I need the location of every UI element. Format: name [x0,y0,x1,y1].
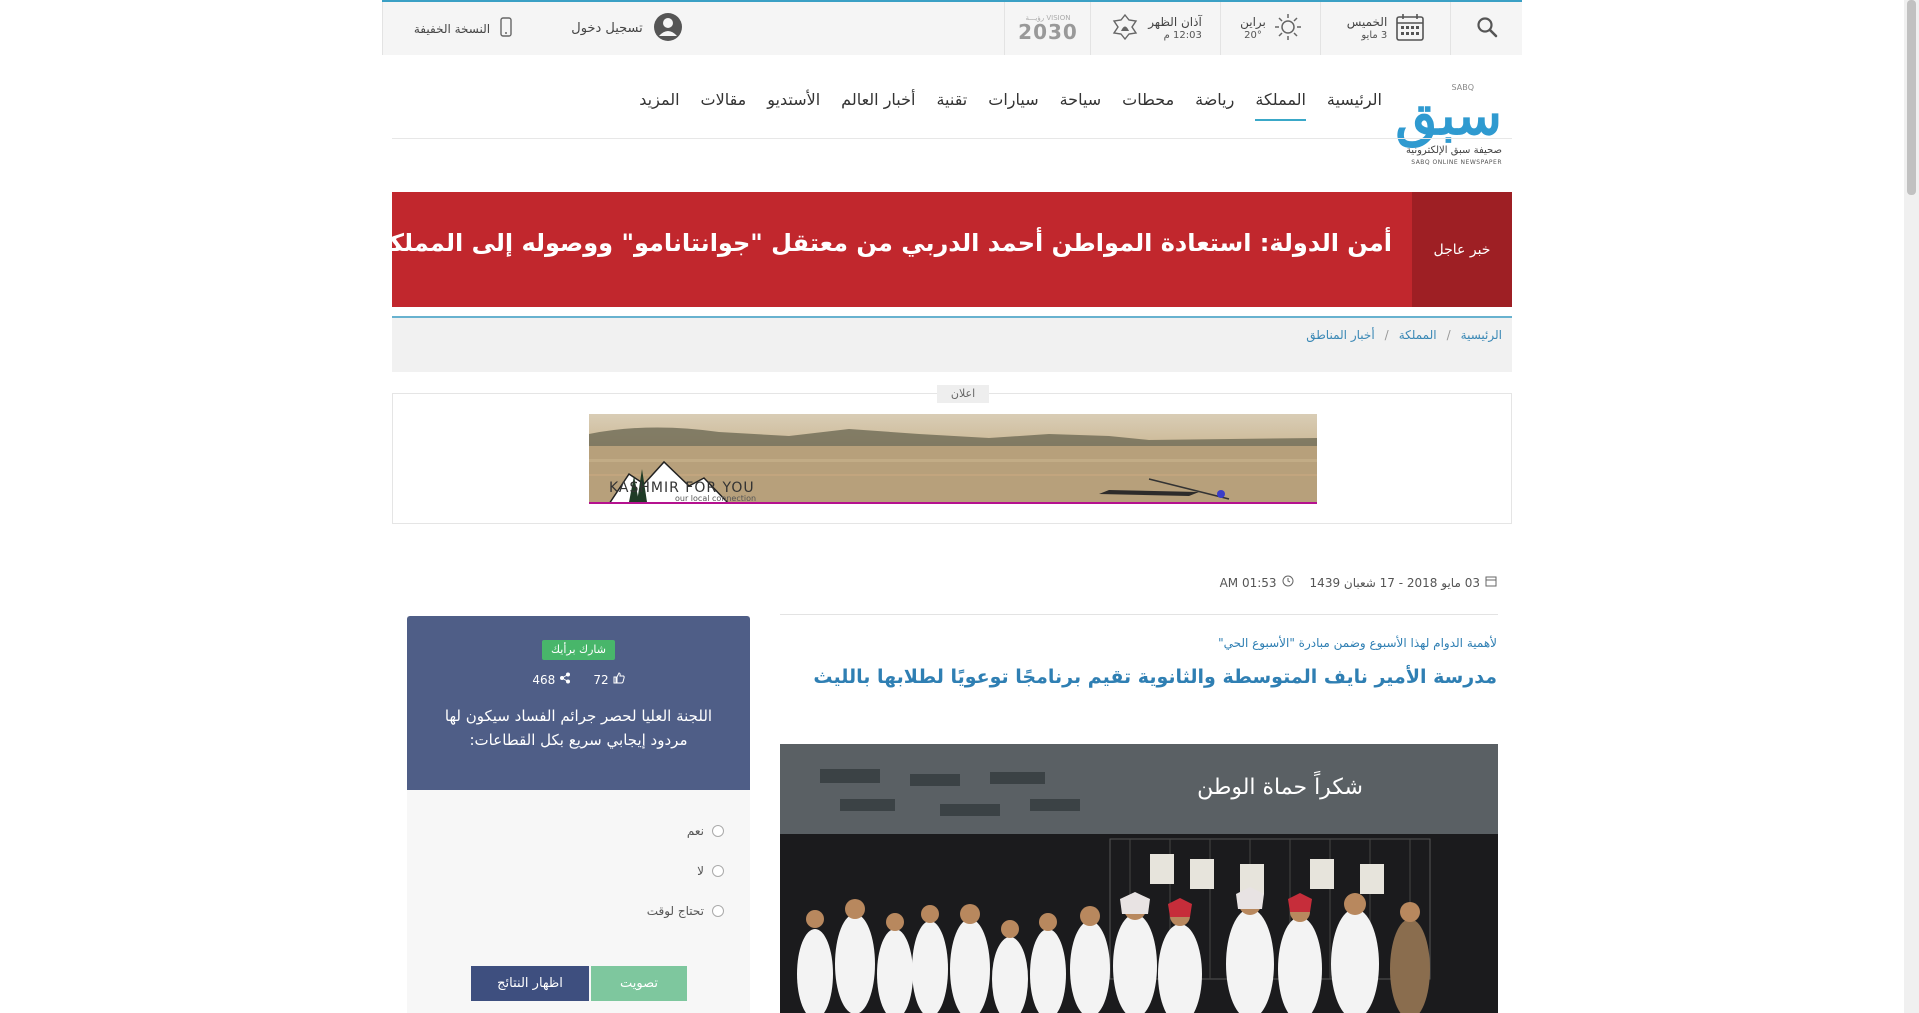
nav-item-kingdom[interactable]: المملكة [1255,90,1306,121]
top-utility-bar: النسخة الخفيفة تسجيل دخول رؤيـــة VISION… [382,0,1522,55]
login-link[interactable]: تسجيل دخول [542,2,712,55]
poll-option-yes[interactable]: نعم [687,824,724,838]
nav-item-stations[interactable]: محطات [1122,90,1174,121]
breadcrumb-home[interactable]: الرئيسية [1461,328,1502,342]
user-avatar-icon [653,12,683,46]
article-meta: 03 مايو 2018 - 17 شعبان 1439 AM 01:53 [1220,575,1497,590]
main-nav: الرئيسية المملكة رياضة محطات سياحة سيارا… [639,90,1382,121]
logo-english: SABQ ONLINE NEWSPAPER [1411,159,1502,166]
poll-likes-count: 72 [593,672,609,687]
share-icon [559,672,571,687]
poll-header: شارك برأيك 468 72 اللجنة العليا لحصر جرا… [407,616,750,790]
nav-item-tourism[interactable]: سياحة [1060,90,1102,121]
prayer-time-widget: آذان الظهر 12:03 م [1090,2,1221,55]
photo-banner-text: شكراً حماة الوطن [1197,770,1363,800]
day-date: 3 مايو [1361,29,1388,41]
weather-temp: 20° [1244,29,1262,41]
breadcrumb-separator: / [1384,328,1389,342]
nav-item-articles[interactable]: مقالات [701,90,747,121]
poll-shares-group: 468 [532,672,571,687]
poll-option-radio[interactable] [712,905,724,917]
vision-year: 2030 [1018,20,1078,44]
poll-option-label: لا [697,864,704,878]
poll-question: اللجنة العليا لحصر جرائم الفساد سيكون له… [444,707,713,749]
nav-item-sports[interactable]: رياضة [1195,90,1234,121]
poll-likes-group: 72 [593,672,625,687]
breadcrumb-bar: الرئيسية / المملكة / أخبار المناطق [392,316,1512,372]
search-button[interactable] [1450,2,1523,55]
logo-arabic: سبق [1395,83,1502,147]
poll-stats: 468 72 [407,672,750,687]
poll-widget: شارك برأيك 468 72 اللجنة العليا لحصر جرا… [407,616,750,1013]
date-widget: الخميس 3 مايو [1320,2,1451,55]
nav-item-home[interactable]: الرئيسية [1327,90,1382,121]
prayer-title: آذان الظهر [1148,15,1202,30]
nav-item-cars[interactable]: سيارات [988,90,1038,121]
article-time: AM 01:53 [1219,575,1277,590]
day-name: الخميس [1346,15,1388,30]
page-scrollbar[interactable] [1904,0,1919,1013]
weather-city: براين [1240,15,1266,30]
calendar-small-icon [1485,575,1497,590]
meta-divider [780,614,1498,615]
poll-option-radio[interactable] [712,825,724,837]
article-photo[interactable]: شكراً حماة الوطن [780,744,1498,1013]
show-results-button[interactable]: اظهار النتائج [471,966,589,1001]
article-headline: مدرسة الأمير نايف المتوسطة والثانوية تقي… [813,666,1497,688]
lite-version-link[interactable]: النسخة الخفيفة [382,2,543,55]
sun-icon [1274,13,1302,45]
scrollbar-thumb[interactable] [1907,0,1916,195]
login-label: تسجيل دخول [571,21,643,36]
page-container: النسخة الخفيفة تسجيل دخول رؤيـــة VISION… [375,0,1522,1013]
vision-2030-logo: رؤيـــة VISION 2030 [1004,2,1091,55]
poll-share-badge: شارك برأيك [542,640,615,660]
breadcrumb: الرئيسية / المملكة / أخبار المناطق [1306,328,1502,342]
nav-item-world-news[interactable]: أخبار العالم [841,90,915,121]
article-time-group: AM 01:53 [1220,575,1294,590]
poll-option-no[interactable]: لا [697,864,724,878]
logo-subtitle: صحيفة سبق الإلكترونية [1405,145,1502,156]
lite-version-label: النسخة الخفيفة [413,21,491,36]
poll-option-label: نعم [686,824,704,838]
thumbs-up-icon [613,672,625,687]
breadcrumb-separator: / [1446,328,1451,342]
search-icon [1476,16,1498,42]
weather-widget: براين 20° [1220,2,1321,55]
article-kicker: لأهمية الدوام لهذا الأسبوع وضمن مبادرة "… [1218,636,1497,650]
mosque-icon [1110,12,1140,46]
ad-banner[interactable]: KASHMIR FOR YOU our local connection [589,414,1317,504]
vote-button[interactable]: تصويت [591,966,687,1001]
nav-item-studio[interactable]: الأستديو [767,90,820,121]
breaking-news-bar[interactable]: خبر عاجل أمن الدولة: استعادة المواطن أحم… [375,192,1512,307]
breaking-news-label: خبر عاجل [1412,192,1512,307]
ad-brand-sub: our local connection [675,494,757,503]
article-photo-image: شكراً حماة الوطن [780,744,1498,1013]
poll-option-needs-time[interactable]: تحتاج لوقت [647,904,724,918]
nav-item-tech[interactable]: تقنية [936,90,967,121]
breaking-news-text[interactable]: أمن الدولة: استعادة المواطن أحمد الدربي … [375,229,1392,257]
calendar-icon [1395,12,1425,46]
ad-container: اعلان KASHMIR FOR YOU our local connecti… [392,385,1512,524]
breadcrumb-kingdom[interactable]: المملكة [1399,328,1437,342]
poll-shares-count: 468 [532,672,556,687]
article-date-group: 03 مايو 2018 - 17 شعبان 1439 [1310,575,1497,590]
breadcrumb-regions[interactable]: أخبار المناطق [1306,328,1374,342]
article-date: 03 مايو 2018 - 17 شعبان 1439 [1309,575,1480,590]
poll-option-label: تحتاج لوقت [646,904,704,918]
nav-divider [392,138,1512,139]
clock-icon [1282,575,1294,590]
prayer-time: 12:03 م [1163,29,1202,41]
poll-option-radio[interactable] [712,865,724,877]
mobile-icon [500,16,512,41]
ad-label: اعلان [937,385,989,403]
site-logo[interactable]: SABQ سبق صحيفة سبق الإلكترونية SABQ ONLI… [1395,80,1502,170]
nav-item-more[interactable]: المزيد [639,90,679,121]
